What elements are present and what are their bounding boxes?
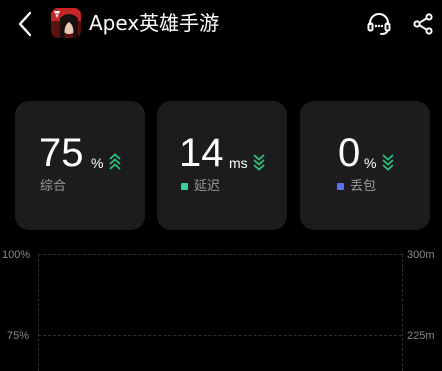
share-icon <box>413 13 433 35</box>
packet-loss-card[interactable]: 0 % 丢包 <box>300 101 430 230</box>
top-bar: Apex英雄手游 <box>0 0 442 48</box>
overall-score-label: 综合 <box>40 179 67 194</box>
apex-legends-app-icon <box>51 8 81 38</box>
overall-score-card[interactable]: 75 % 综合 <box>15 101 145 230</box>
packet-loss-legend-swatch <box>337 183 344 190</box>
network-quality-chart: 100% 75% 300m 225m <box>0 240 442 371</box>
trend-down-icon <box>253 154 265 171</box>
left-axis-label-100: 100% <box>2 249 31 261</box>
packet-loss-value: 0 <box>338 131 361 175</box>
chart-gridline-mid <box>38 335 402 336</box>
latency-row: 14 ms <box>157 131 287 177</box>
share-button[interactable] <box>408 9 438 39</box>
left-axis-label-75: 75% <box>7 330 30 342</box>
trend-down-icon <box>382 154 394 171</box>
headset-support-icon <box>367 13 391 35</box>
chart-border-right <box>402 254 403 371</box>
back-arrow-icon <box>18 11 32 37</box>
overall-score-value: 75 <box>39 131 84 175</box>
overall-score-row: 75 % <box>15 131 145 177</box>
back-button[interactable] <box>12 10 40 38</box>
latency-label: 延迟 <box>194 179 221 194</box>
packet-loss-label: 丢包 <box>350 179 377 194</box>
overall-score-unit: % <box>91 155 104 171</box>
right-axis-label-225: 225m <box>407 330 435 342</box>
trend-up-icon <box>109 153 121 170</box>
chart-border-left <box>38 254 39 371</box>
latency-legend-swatch <box>181 183 188 190</box>
chart-gridline-top <box>38 254 402 255</box>
packet-loss-row: 0 % <box>300 131 430 177</box>
latency-card[interactable]: 14 ms 延迟 <box>157 101 287 230</box>
latency-value: 14 <box>179 131 224 175</box>
latency-unit: ms <box>229 155 248 171</box>
app-title: Apex英雄手游 <box>89 11 220 35</box>
customer-support-button[interactable] <box>364 9 394 39</box>
right-axis-label-300: 300m <box>407 249 435 261</box>
packet-loss-unit: % <box>364 155 377 171</box>
